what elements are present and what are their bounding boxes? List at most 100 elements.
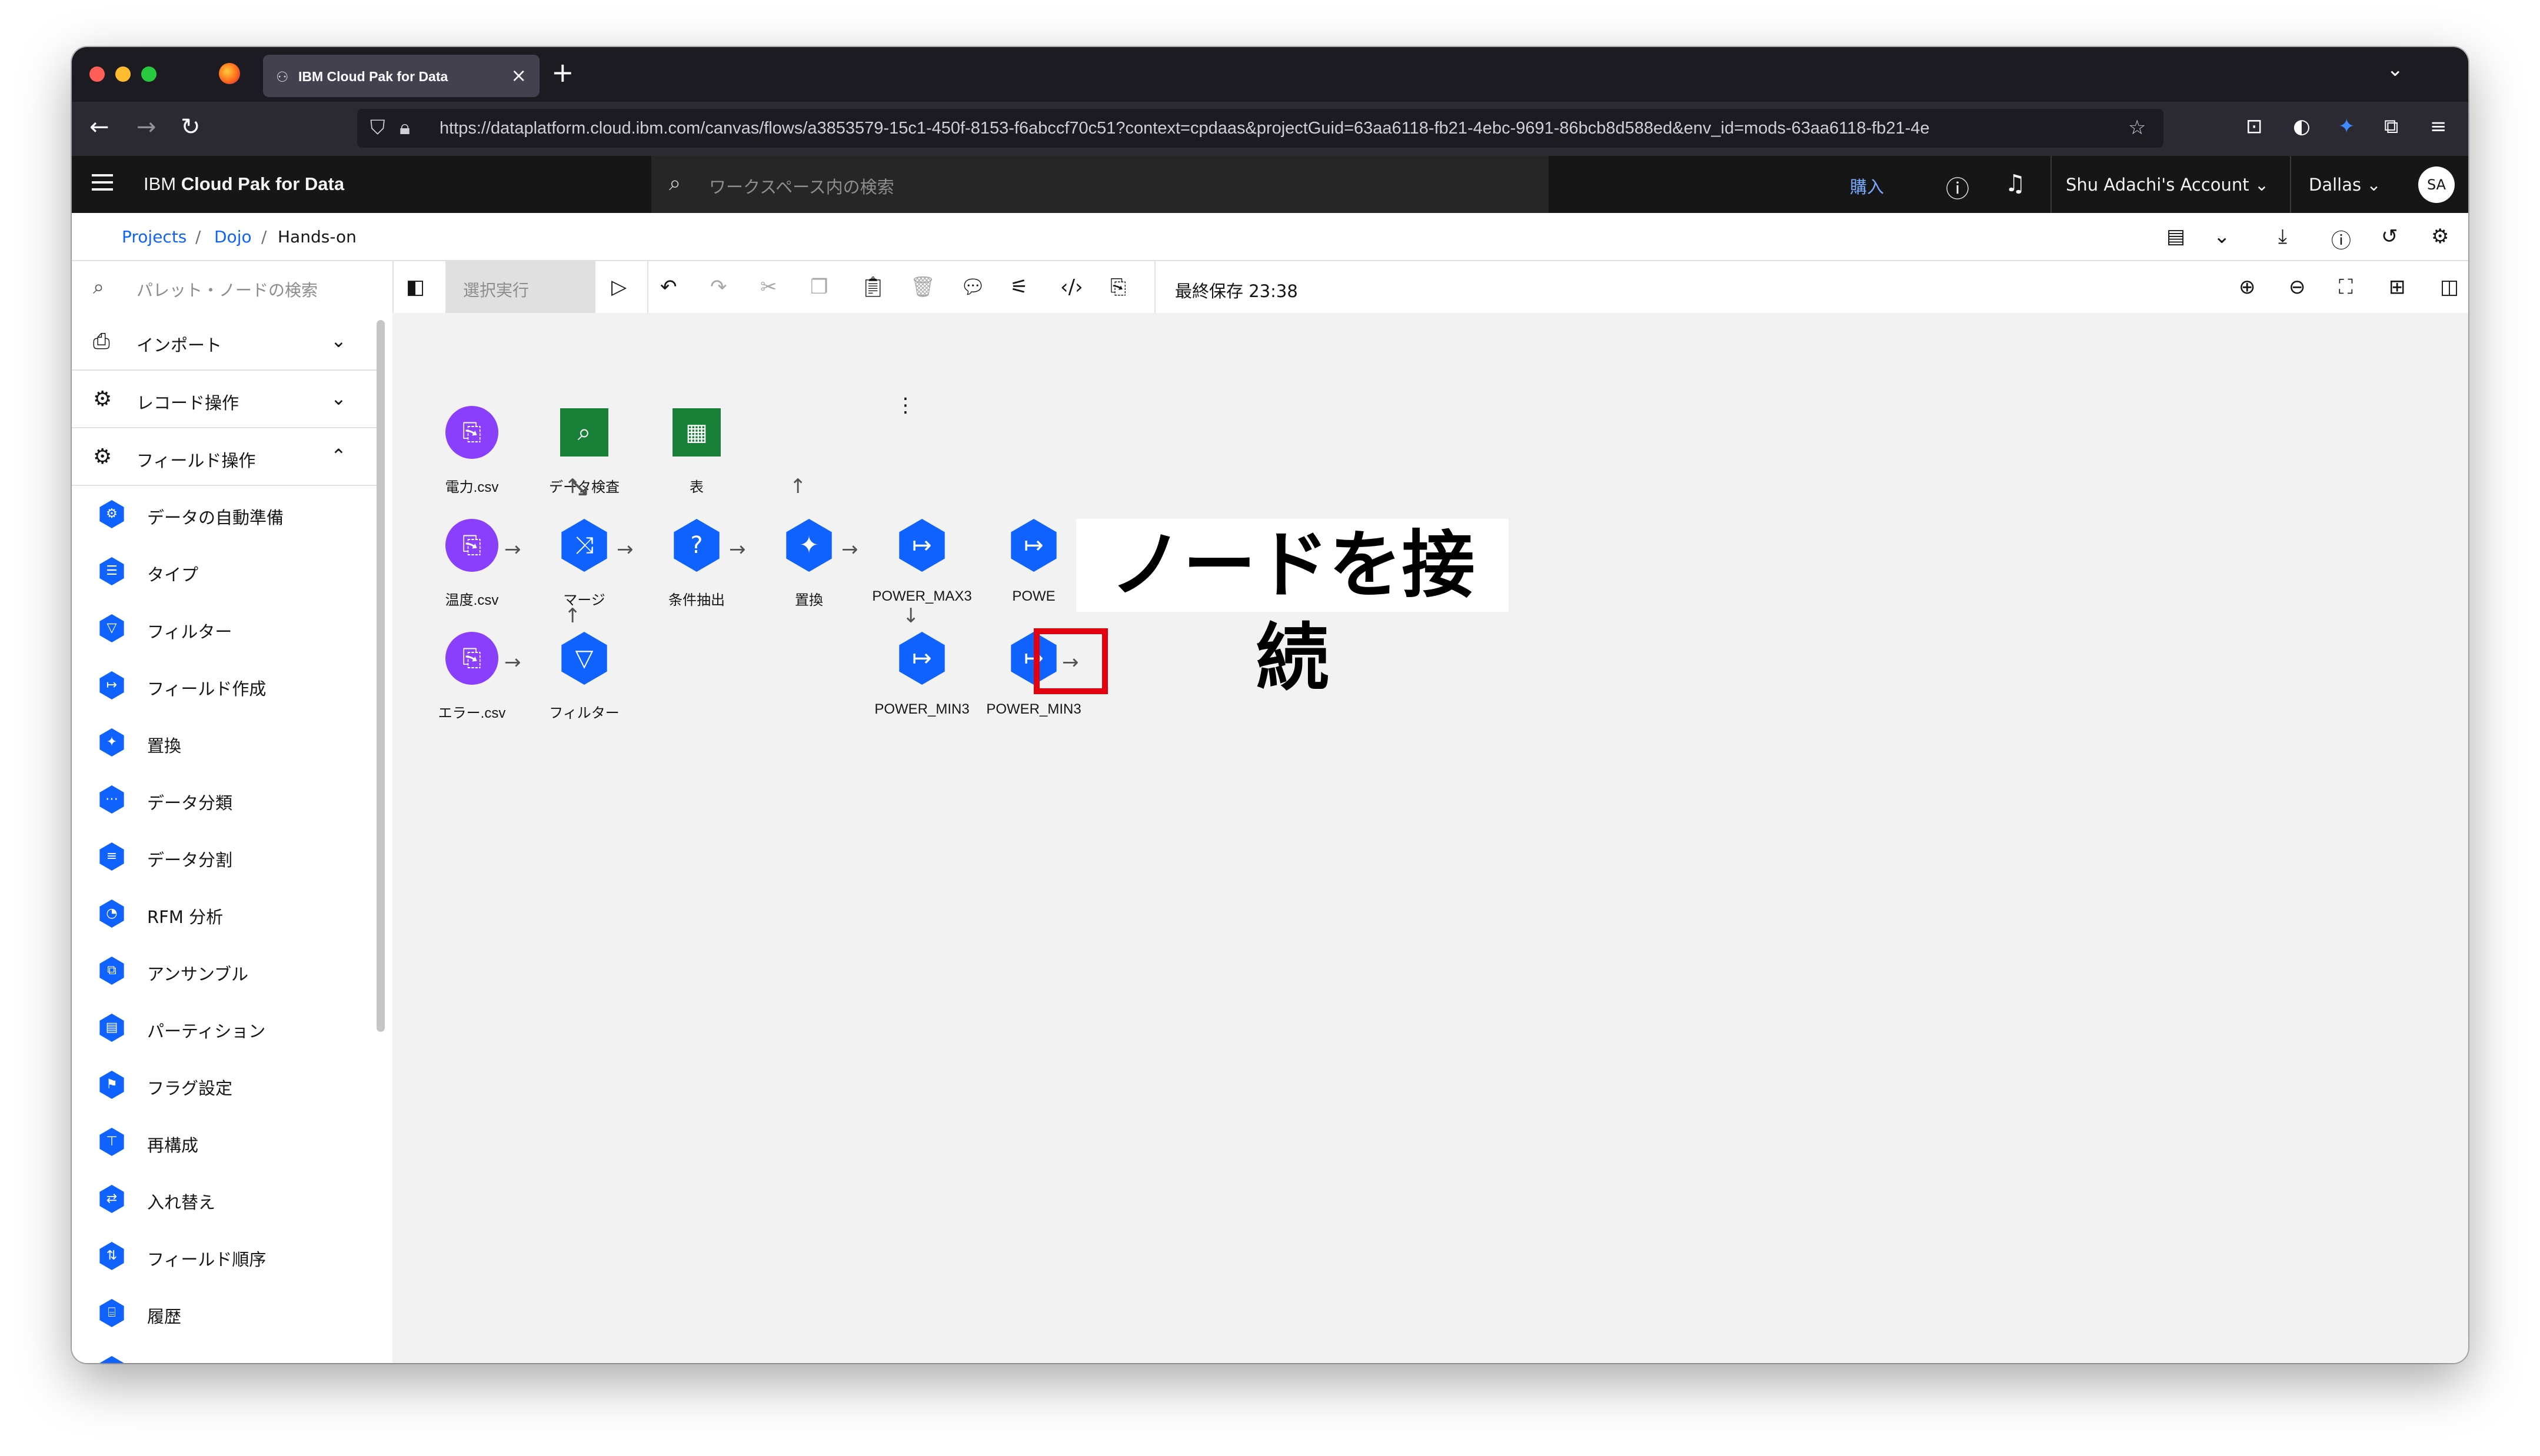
reload-icon[interactable]: ↻ xyxy=(181,114,201,141)
url-text[interactable]: https://dataplatform.cloud.ibm.com/canva… xyxy=(440,119,2128,138)
palette-item-replace[interactable]: ✦ 置換 xyxy=(72,714,381,771)
close-window-button[interactable] xyxy=(89,66,105,82)
flow-node-power-csv[interactable]: ⎘ 電力.csv xyxy=(416,406,528,524)
zoom-out-icon[interactable]: ⊖ xyxy=(2289,275,2306,299)
info-icon[interactable]: ⓘ xyxy=(2331,225,2351,254)
history-icon[interactable]: ↺ xyxy=(2381,225,2398,248)
environment-icon[interactable]: ▤ xyxy=(2166,225,2185,248)
account-icon[interactable]: ◐ xyxy=(2293,115,2311,138)
extensions-puzzle-icon[interactable]: ⧉ xyxy=(2384,115,2398,138)
palette-item-transpose[interactable]: ⇄ 入れ替え xyxy=(72,1171,381,1228)
transpose-icon: ⇄ xyxy=(99,1185,124,1213)
extension-icon[interactable]: ✦ xyxy=(2338,115,2355,138)
node-label: POWER_MAX3 xyxy=(872,588,972,604)
flow-node-select[interactable]: ? 条件抽出 xyxy=(641,519,753,637)
workspace-search[interactable]: ⌕ ワークスペース内の検索 xyxy=(651,156,1549,213)
zoom-window-button[interactable] xyxy=(141,66,157,82)
paste-icon[interactable]: 📋︎ xyxy=(860,275,885,299)
undo-icon[interactable]: ↶ xyxy=(660,275,677,299)
delete-icon[interactable]: 🗑︎ xyxy=(910,275,936,299)
palette-section-field-ops[interactable]: ⚙ フィールド操作 ⌃ xyxy=(72,428,381,486)
app-header: IBM Cloud Pak for Data ⌕ ワークスペース内の検索 購入 … xyxy=(72,156,2468,213)
toggle-palette-icon[interactable]: ◧ xyxy=(406,275,425,299)
palette-item-type[interactable]: ☰ タイプ xyxy=(72,543,381,600)
palette-item-label: 履歴 xyxy=(147,1307,182,1327)
flow-node-error-csv[interactable]: ⎘ エラー.csv xyxy=(416,632,528,749)
breadcrumb-projects[interactable]: Projects xyxy=(122,227,187,246)
outline-view-icon[interactable]: ⊞ xyxy=(2389,275,2406,299)
run-icon[interactable]: ▷ xyxy=(611,275,627,299)
pocket-icon[interactable]: ⊡ xyxy=(2246,115,2263,138)
palette-item-derive[interactable]: ↦ フィールド作成 xyxy=(72,657,381,714)
chevron-down-icon[interactable]: ⌄ xyxy=(2213,225,2231,248)
run-selection-button[interactable]: 選択実行 xyxy=(445,261,595,313)
close-tab-icon[interactable]: × xyxy=(511,64,527,86)
settings-sliders-icon[interactable]: ⚟ xyxy=(1010,275,1028,299)
tab-list-chevron-icon[interactable]: ⌄ xyxy=(2387,58,2404,81)
palette-item-ensemble[interactable]: ⧉ アンサンブル xyxy=(72,942,381,999)
palette-item-rfm[interactable]: ◔ RFM 分析 xyxy=(72,885,381,942)
flow-properties-icon[interactable]: ⎘ xyxy=(1110,275,1126,299)
palette-item-set-to-flag[interactable]: ⚑ フラグ設定 xyxy=(72,1057,381,1114)
record-ops-icon: ⚙ xyxy=(93,387,112,411)
chevron-down-icon: ⌄ xyxy=(331,387,347,409)
notification-bell-icon[interactable]: ♫ xyxy=(2005,170,2026,197)
shield-icon[interactable]: ⛉ xyxy=(370,116,385,139)
palette-item-partition-data[interactable]: ≡ データ分割 xyxy=(72,828,381,885)
account-switcher[interactable]: Shu Adachi's Account ⌄ xyxy=(2066,175,2269,195)
flow-node-power-max3[interactable]: ↦ POWER_MAX3 xyxy=(866,519,978,637)
palette-scrollbar[interactable] xyxy=(377,320,385,1032)
help-icon[interactable]: ⓘ xyxy=(1946,170,1969,204)
flow-node-filter[interactable]: ▽ フィルター xyxy=(528,632,640,749)
palette-item-field-reorder[interactable]: ⇅ フィールド順序 xyxy=(72,1228,381,1285)
palette-item-filter[interactable]: ▽ フィルター xyxy=(72,600,381,657)
flow-node-merge[interactable]: ⤨ マージ xyxy=(528,519,640,637)
brand-title[interactable]: IBM Cloud Pak for Data xyxy=(144,174,344,195)
palette-item-label: RFM 分析 xyxy=(147,907,224,927)
palette-item-partition[interactable]: ▤ パーティション xyxy=(72,999,381,1057)
zoom-in-icon[interactable]: ⊕ xyxy=(2239,275,2256,299)
overflow-menu-icon[interactable]: ⋮ xyxy=(896,394,916,417)
bookmark-star-icon[interactable]: ☆ xyxy=(2128,116,2146,139)
breadcrumb-dojo[interactable]: Dojo xyxy=(214,227,252,246)
instruction-callout: ノードを接続 xyxy=(1076,519,1509,701)
flow-node-data-audit[interactable]: ⌕ データ検査 xyxy=(528,406,640,524)
redo-icon[interactable]: ↷ xyxy=(710,275,727,299)
new-tab-button[interactable]: + xyxy=(551,56,574,88)
chevron-down-icon: ⌄ xyxy=(331,329,347,352)
browser-tab-active[interactable]: ⚇ IBM Cloud Pak for Data × xyxy=(263,55,540,97)
forward-icon[interactable]: → xyxy=(137,114,157,141)
palette-item-restructure[interactable]: ⊤ 再構成 xyxy=(72,1114,381,1171)
settings-icon[interactable]: ⚙ xyxy=(2431,225,2449,248)
flow-node-table[interactable]: ▦ 表 xyxy=(641,406,753,524)
flow-node-replace[interactable]: ✦ 置換 xyxy=(753,519,865,637)
avatar[interactable]: SA xyxy=(2418,166,2455,203)
buy-link[interactable]: 購入 xyxy=(1850,174,1884,198)
palette-search[interactable]: ⌕ パレット・ノードの検索 xyxy=(72,261,394,313)
palette-section-record-ops[interactable]: ⚙ レコード操作 ⌄ xyxy=(72,371,381,428)
palette-section-import[interactable]: ⎙ インポート ⌄ xyxy=(72,313,381,371)
copy-icon[interactable]: ❐ xyxy=(810,275,828,299)
back-icon[interactable]: ← xyxy=(89,114,109,141)
flow-node-temperature-csv[interactable]: ⎘ 温度.csv xyxy=(416,519,528,637)
hamburger-menu-icon[interactable] xyxy=(92,174,113,195)
palette-item-auto-data-prep[interactable]: ⚙ データの自動準備 xyxy=(72,486,381,543)
code-icon[interactable]: ‹/› xyxy=(1060,275,1083,299)
filter-icon: ▽ xyxy=(561,632,607,685)
address-bar[interactable]: ⛉ 🔒︎ https://dataplatform.cloud.ibm.com/… xyxy=(357,109,2163,148)
palette-item-history[interactable]: ⌸ 履歴 xyxy=(72,1285,381,1342)
flow-node-power-min3[interactable]: ↦ POWER_MIN3 xyxy=(866,632,978,749)
minimize-window-button[interactable] xyxy=(115,66,131,82)
region-switcher[interactable]: Dallas ⌄ xyxy=(2309,175,2381,195)
fit-to-screen-icon[interactable]: ⛶ xyxy=(2339,275,2353,299)
download-icon[interactable]: ⤓ xyxy=(2278,225,2287,248)
lock-icon[interactable]: 🔒︎ xyxy=(400,116,410,139)
side-panel-icon[interactable]: ◫ xyxy=(2440,275,2459,299)
palette-item-partial[interactable] xyxy=(72,1342,381,1363)
flow-node-power-partial[interactable]: ↦ POWE xyxy=(978,519,1090,637)
comment-icon[interactable]: 💬︎ xyxy=(960,275,986,299)
flow-canvas[interactable]: ⎘ 電力.csv ⌕ データ検査 ▦ 表 ⋮ ⎘ 温度.csv ⤨ マージ ? … xyxy=(392,313,2468,1363)
menu-icon[interactable]: ≡ xyxy=(2430,115,2447,138)
cut-icon[interactable]: ✂ xyxy=(760,275,777,299)
palette-item-binning[interactable]: ⋯ データ分類 xyxy=(72,771,381,828)
